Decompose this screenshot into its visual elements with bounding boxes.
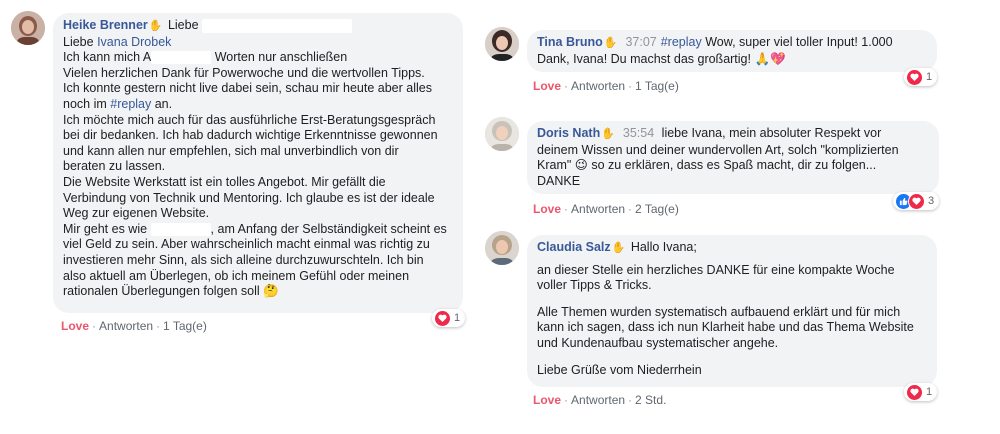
love-button[interactable]: Love [533, 202, 561, 216]
comment-bubble-tina: Tina Bruno✋ 37:07 #replay Wow, super viel … [527, 30, 937, 72]
thinking-face-emoji: 🤔 [263, 284, 279, 299]
comment-text: DANKE [537, 173, 581, 188]
reaction-summary[interactable]: 1 [432, 309, 466, 327]
reaction-summary[interactable]: 3 [893, 192, 940, 210]
commenter-name[interactable]: Heike Brenner [63, 18, 148, 32]
redacted-block [151, 51, 212, 65]
comment-text: investieren mehr Sinn, als sich alleine … [63, 252, 424, 267]
comment-text: Mir geht es wie [63, 221, 148, 236]
comment-actions: Love · Antworten · 1 Tag(e) [533, 79, 679, 93]
comment-text: voller Tipps & Tricks. [537, 278, 652, 293]
avatar-doris-nath[interactable] [485, 117, 519, 151]
mention-link[interactable]: Ivana Drobek [97, 35, 171, 49]
avatar-tina-bruno[interactable] [485, 27, 519, 61]
winking-face-emoji: 😉 [574, 158, 588, 173]
comment-text: an. [151, 96, 173, 111]
comment-text: kann ich sagen, dass ich nun Klarheit ha… [537, 320, 914, 335]
comment-text: Weg zur eigenen Website. [63, 206, 210, 221]
comment-text: Wow, super viel toller Input! 1.000 [705, 35, 893, 49]
timestamp-link[interactable]: 2 Tag(e) [635, 202, 679, 216]
comment-text: so zu erklären, dass es Spaß macht, dir … [591, 158, 877, 173]
comment-text: noch im [63, 96, 111, 111]
waving-hand-icon: ✋ [148, 20, 163, 32]
comment-text: Liebe [167, 18, 199, 32]
reply-button[interactable]: Antworten [571, 79, 625, 93]
waving-hand-icon: ✋ [601, 128, 615, 140]
comment-text: an dieser Stelle ein herzliches DANKE fü… [537, 262, 895, 277]
timestamp-link[interactable]: 1 Tag(e) [163, 319, 207, 333]
comment-text: liebe Ivana, mein absoluter Respekt vor [661, 126, 882, 140]
love-button[interactable]: Love [533, 79, 561, 93]
redacted-block [202, 18, 353, 33]
love-reaction-icon [434, 309, 451, 327]
love-button[interactable]: Love [61, 319, 89, 333]
comment-actions: Love · Antworten · 2 Tag(e) [533, 202, 679, 216]
comment-text: Ich konnte gestern nicht live dabei sein… [63, 81, 432, 96]
commenter-name[interactable]: Tina Bruno [537, 35, 603, 49]
waving-hand-icon: ✋ [603, 37, 618, 49]
emoji: 🙏💖 [754, 51, 786, 66]
avatar-heike-brenner[interactable] [11, 11, 45, 45]
love-reaction-icon [906, 68, 923, 86]
comment-text: Dank, Ivana! Du machst das großartig! [537, 51, 751, 66]
love-reaction-icon [906, 383, 923, 401]
love-reaction-icon [908, 192, 925, 210]
avatar-claudia-salz[interactable] [485, 231, 519, 265]
comment-bubble-doris: Doris Nath✋ 35:54 liebe Ivana, mein absol… [527, 121, 939, 194]
comment-actions: Love · Antworten · 1 Tag(e) [61, 319, 207, 333]
reaction-count: 1 [926, 386, 933, 398]
hashtag-link[interactable]: #replay [110, 97, 151, 111]
comment-text: Verbindung von Technik und Mentoring. Ic… [63, 190, 435, 205]
comment-text: , am Anfang der Selbständigkeit scheint … [210, 221, 447, 236]
hashtag-link[interactable]: #replay [661, 35, 702, 49]
comment-text: beraten zu lassen. [63, 159, 166, 174]
comment-text: Kram" [537, 158, 572, 173]
reply-button[interactable]: Antworten [571, 202, 625, 216]
video-timestamp[interactable]: 37:07 [625, 35, 656, 49]
comment-bubble-claudia: Claudia Salz✋ Hallo Ivana; an dieser Ste… [527, 235, 937, 387]
comment-text: Liebe [63, 34, 98, 49]
commenter-name[interactable]: Doris Nath [537, 126, 600, 140]
comment-text: Die Website Werkstatt ist ein tolles Ang… [63, 174, 386, 189]
love-button[interactable]: Love [533, 393, 561, 407]
comment-text: deinem Wissen und deiner wundervollen Ar… [537, 142, 899, 157]
reaction-count: 1 [926, 71, 933, 83]
reply-button[interactable]: Antworten [99, 319, 153, 333]
comment-text: Vielen herzlichen Dank für Powerwoche un… [63, 65, 425, 80]
comment-text: rationalen Überlegungen folgen soll [63, 284, 260, 299]
comment-text: bei dir bedanken. Ich hab dadurch wichti… [63, 128, 438, 143]
comment-text: also aktuell am Überlegen, ob ich meinem… [63, 268, 410, 283]
redacted-block [150, 222, 211, 236]
comment-text: Alle Themen wurden systematisch aufbauen… [537, 304, 901, 319]
comment-text: Hallo Ivana; [630, 240, 697, 254]
comment-text: Worten nur anschließen [214, 50, 348, 65]
comment-bubble-heike: Heike Brenner✋ Liebe Liebe Ivana Drobek … [53, 13, 463, 313]
waving-hand-icon: ✋ [611, 242, 626, 254]
reply-button[interactable]: Antworten [571, 393, 625, 407]
commenter-name[interactable]: Claudia Salz [537, 240, 611, 254]
reaction-count: 1 [454, 312, 461, 324]
comment-text: Liebe Grüße vom Niederrhein [537, 362, 702, 377]
comment-text: Ich möchte mich auch für das ausführlich… [63, 112, 436, 127]
timestamp-link[interactable]: 1 Tag(e) [635, 79, 679, 93]
comment-text: viel Geld zu sein. Aber wahrscheinlich m… [63, 237, 430, 252]
comment-text: Ich kann mich A [63, 50, 152, 65]
reaction-summary[interactable]: 1 [904, 383, 938, 401]
reaction-count: 3 [928, 195, 935, 207]
comment-text: und kann allen nur empfehlen, sich mal u… [63, 143, 399, 158]
comment-text: und Kundenaufbau systematischer angehe. [537, 335, 779, 350]
comment-actions: Love · Antworten · 2 Std. [533, 393, 667, 407]
video-timestamp[interactable]: 35:54 [623, 126, 654, 140]
reaction-summary[interactable]: 1 [904, 68, 938, 86]
timestamp-link[interactable]: 2 Std. [635, 393, 666, 407]
